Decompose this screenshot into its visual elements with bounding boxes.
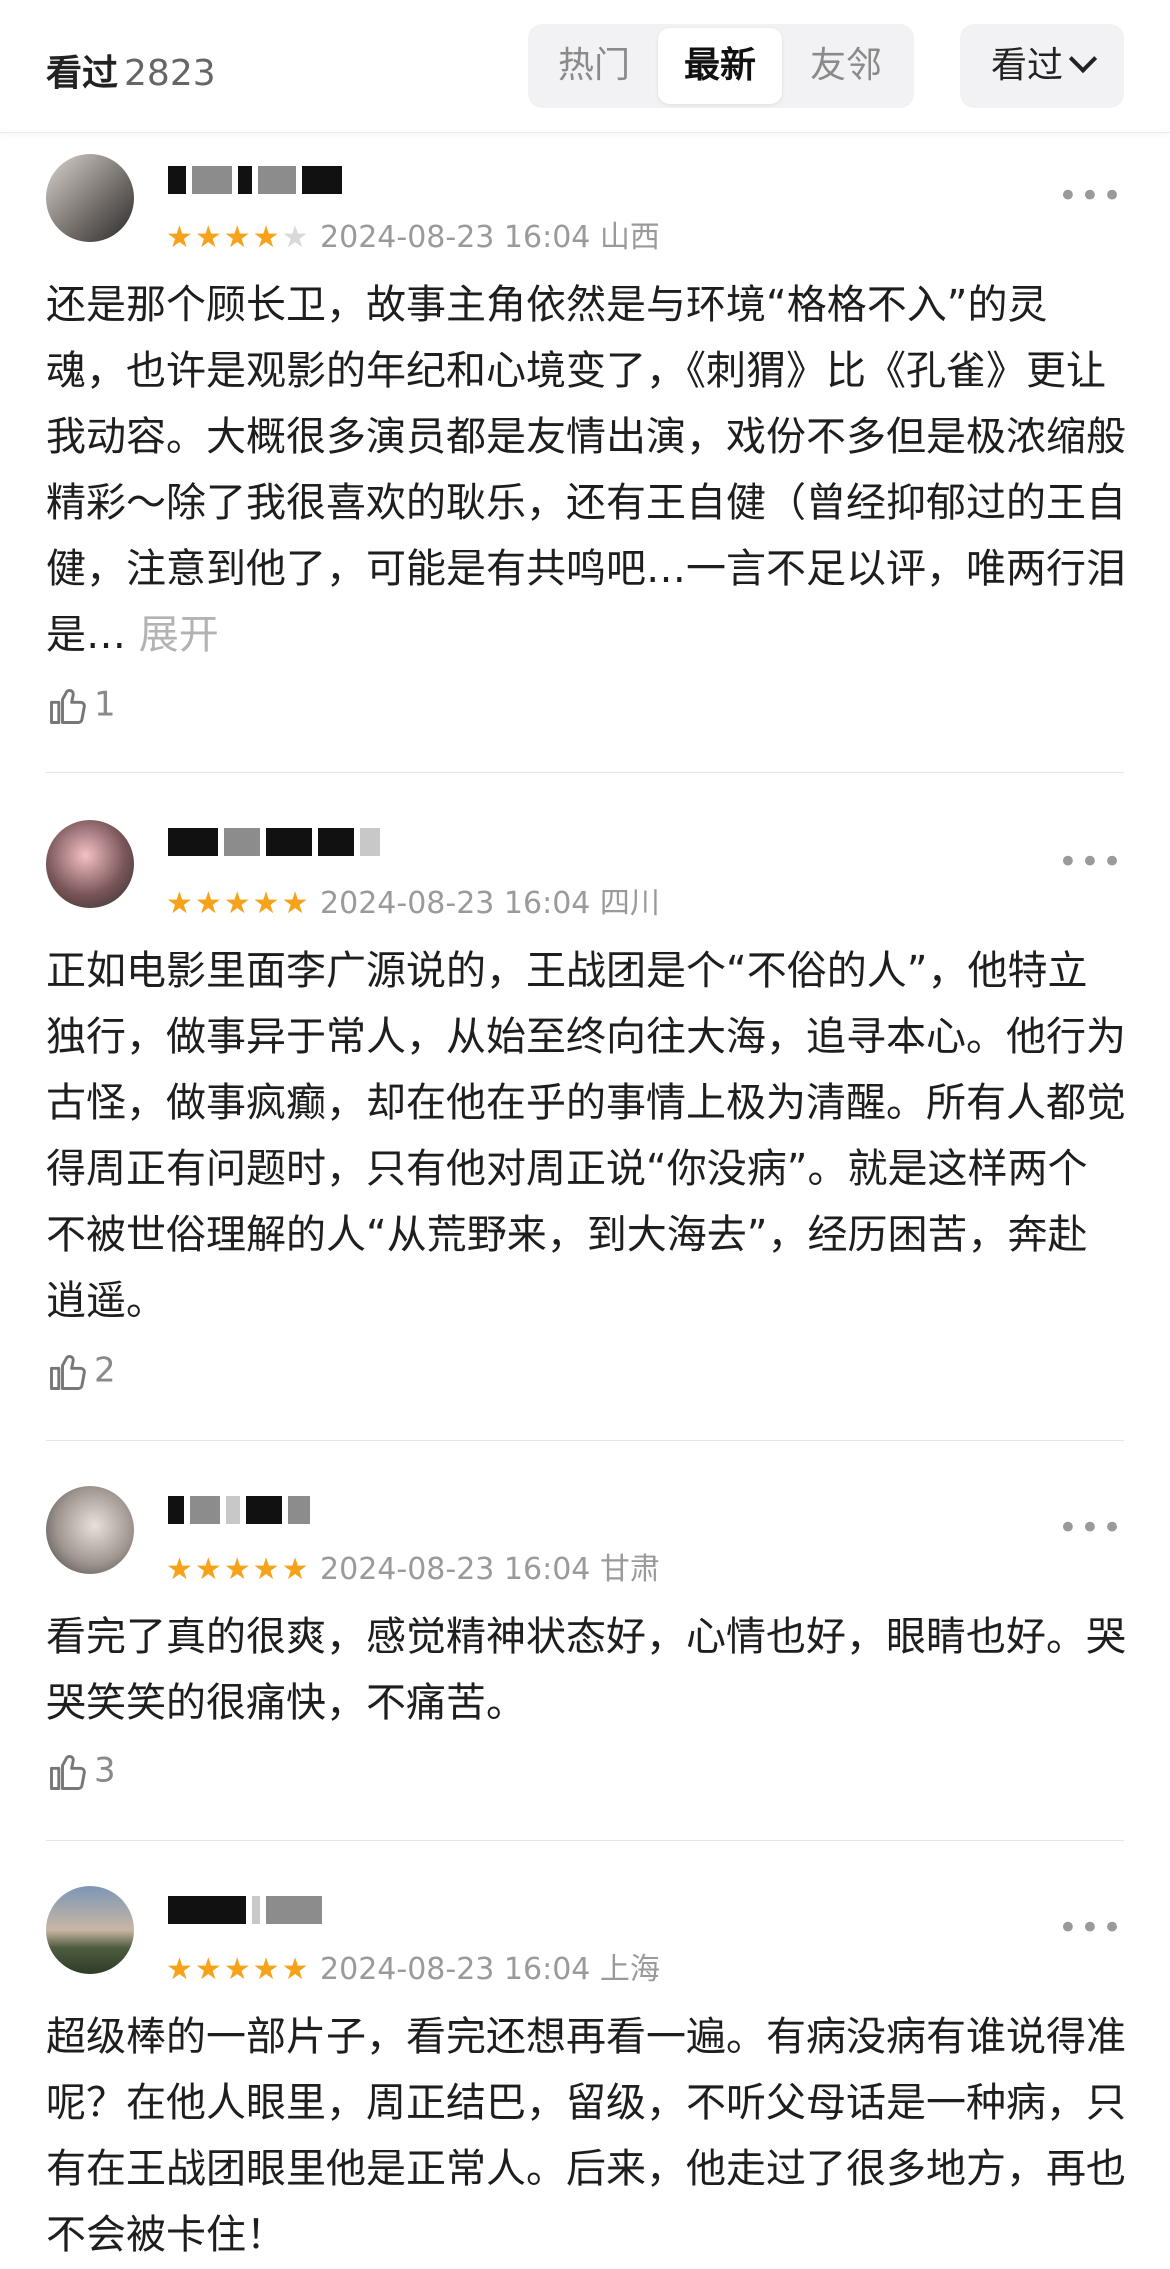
avatar[interactable] bbox=[46, 154, 134, 242]
comment-text: 超级棒的一部片子，看完还想再看一遍。有病没病有谁说得准呢？在他人眼里，周正结巴，… bbox=[46, 2014, 1126, 2258]
like-count: 3 bbox=[94, 1750, 116, 1791]
comment-time: 2024-08-23 16:04 bbox=[320, 220, 591, 255]
watched-count-label: 看过 bbox=[46, 53, 119, 94]
username-redacted bbox=[168, 166, 348, 202]
comment-location: 甘肃 bbox=[599, 1552, 660, 1587]
divider bbox=[46, 1840, 1124, 1841]
divider bbox=[46, 1440, 1124, 1441]
comment-text: 正如电影里面李广源说的，王战团是个“不俗的人”，他特立独行，做事异于常人，从始至… bbox=[46, 948, 1126, 1324]
tab-hot[interactable]: 热门 bbox=[532, 28, 656, 104]
more-dots-icon[interactable]: ••• bbox=[1058, 1908, 1124, 1948]
thumbs-up-icon bbox=[50, 1755, 86, 1790]
like-button[interactable]: 1 bbox=[46, 684, 116, 728]
avatar[interactable] bbox=[46, 1486, 134, 1574]
comment-text: 看完了真的很爽，感觉精神状态好，心情也好，眼睛也好。哭哭笑笑的很痛快，不痛苦。 bbox=[46, 1614, 1126, 1726]
comment-time: 2024-08-23 16:04 bbox=[320, 886, 591, 921]
avatar[interactable] bbox=[46, 820, 134, 908]
username-redacted bbox=[168, 1896, 328, 1932]
rating-stars: ★★★★★ bbox=[166, 886, 311, 921]
thumbs-up-icon bbox=[50, 689, 86, 724]
filter-dropdown[interactable]: 看过 bbox=[960, 24, 1124, 108]
comment-time: 2024-08-23 16:04 bbox=[320, 1552, 591, 1587]
comment-meta: ★★★★★ 2024-08-23 16:04 四川 bbox=[166, 878, 660, 922]
like-count: 2 bbox=[94, 1350, 116, 1391]
avatar[interactable] bbox=[46, 1886, 134, 1974]
tab-latest[interactable]: 最新 bbox=[658, 28, 782, 104]
comment-text: 还是那个顾长卫，故事主角依然是与环境“格格不入”的灵魂，也许是观影的年纪和心境变… bbox=[46, 282, 1126, 658]
watched-count: 看过 2823 bbox=[46, 44, 216, 96]
filter-label: 看过 bbox=[990, 45, 1063, 86]
more-dots-icon[interactable]: ••• bbox=[1058, 176, 1124, 216]
more-dots-icon[interactable]: ••• bbox=[1058, 842, 1124, 882]
username-redacted bbox=[168, 1496, 316, 1532]
rating-stars: ★★★★★ bbox=[166, 1952, 311, 1987]
comment-location: 上海 bbox=[599, 1952, 660, 1987]
comment-meta: ★★★★★ 2024-08-23 16:04 上海 bbox=[166, 1944, 660, 1988]
comment-time: 2024-08-23 16:04 bbox=[320, 1952, 591, 1987]
comment-meta: ★★★★★ 2024-08-23 16:04 甘肃 bbox=[166, 1544, 660, 1588]
thumbs-up-icon bbox=[50, 1355, 86, 1390]
sort-tabs: 热门 最新 友邻 bbox=[528, 24, 914, 108]
divider bbox=[46, 772, 1124, 773]
like-button[interactable]: 3 bbox=[46, 1750, 116, 1794]
top-bar: 看过 2823 热门 最新 友邻 看过 bbox=[0, 0, 1170, 133]
comment-meta: ★★★★★ 2024-08-23 16:04 山西 bbox=[166, 212, 660, 256]
chevron-down-icon bbox=[1068, 44, 1098, 74]
more-dots-icon[interactable]: ••• bbox=[1058, 1508, 1124, 1548]
rating-stars: ★★★★★ bbox=[166, 220, 311, 255]
comment-location: 四川 bbox=[599, 886, 660, 921]
username-redacted bbox=[168, 828, 386, 864]
expand-link[interactable]: 展开 bbox=[139, 612, 219, 658]
comment-location: 山西 bbox=[599, 220, 660, 255]
like-button[interactable]: 2 bbox=[46, 1350, 116, 1394]
watched-count-value: 2823 bbox=[124, 53, 216, 94]
tab-friends[interactable]: 友邻 bbox=[784, 28, 908, 104]
rating-stars: ★★★★★ bbox=[166, 1552, 311, 1587]
like-count: 1 bbox=[94, 684, 116, 725]
